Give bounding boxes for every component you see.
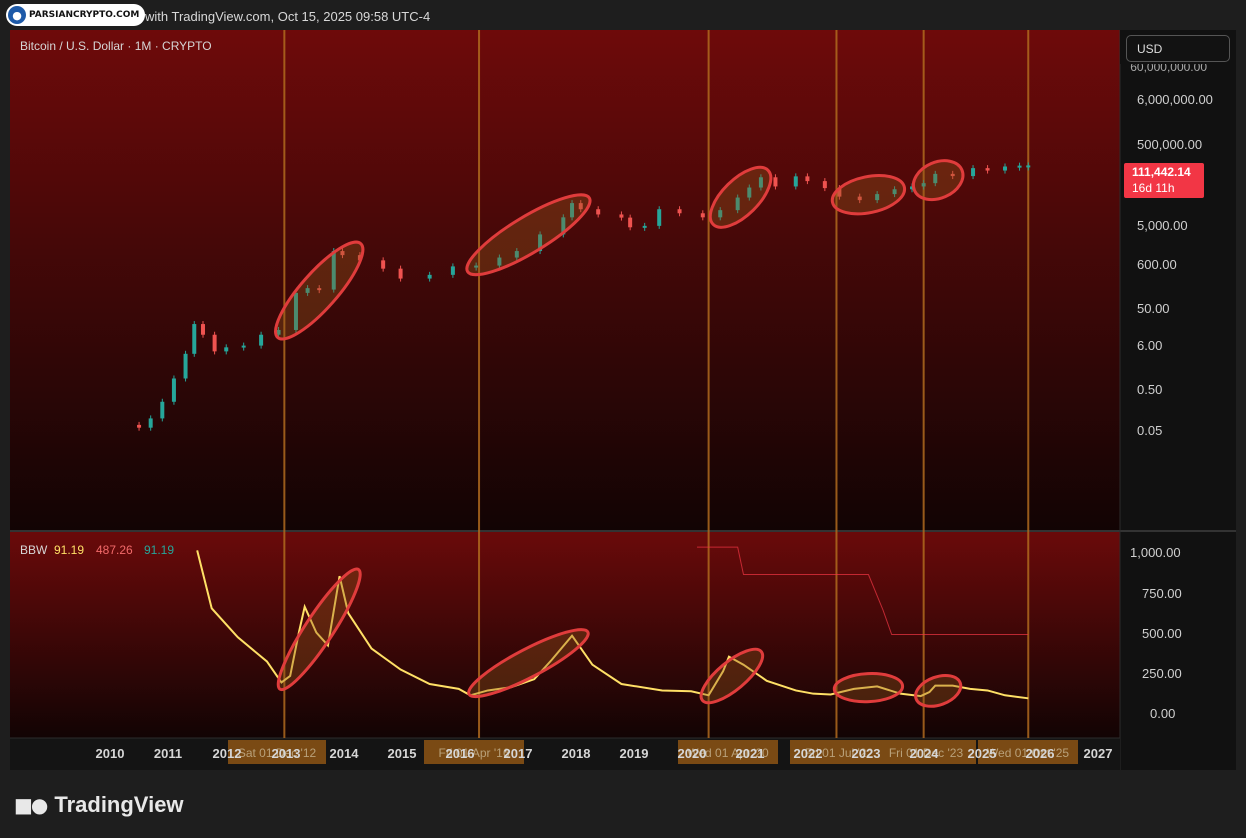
- candle-body: [450, 266, 455, 275]
- candle-body: [700, 213, 705, 218]
- year-tick: 2013: [272, 746, 301, 761]
- candle-body: [596, 209, 601, 215]
- year-tick: 2024: [910, 746, 940, 761]
- candle-body: [427, 274, 432, 279]
- candle-body: [381, 260, 386, 269]
- watermark-text: PARSIANCRYPTO.COM: [29, 10, 140, 20]
- watermark-badge: ● PARSIANCRYPTO.COM: [6, 4, 146, 26]
- candle-body: [677, 209, 682, 214]
- year-tick: 2019: [620, 746, 649, 761]
- year-tick: 2015: [388, 746, 417, 761]
- candle-body: [971, 168, 976, 177]
- year-tick: 2017: [504, 746, 533, 761]
- candle-body: [148, 418, 153, 428]
- tradingview-mark-icon: ■●: [14, 793, 48, 817]
- candle-body: [212, 334, 217, 352]
- candle-body: [241, 345, 246, 348]
- bbw-name: BBW: [20, 543, 48, 557]
- bar-countdown: 16d 11h: [1132, 181, 1175, 195]
- bbw-upper-value: 487.26: [96, 543, 133, 557]
- candle-body: [628, 217, 633, 228]
- bbw-value: 91.19: [54, 543, 84, 557]
- bbw-tick: 1,000.00: [1130, 545, 1181, 560]
- price-tick: 6,000,000.00: [1137, 92, 1213, 107]
- bbw-tick: 0.00: [1150, 706, 1175, 721]
- person-icon: ●: [8, 6, 26, 24]
- year-tick: 2012: [213, 746, 242, 761]
- top-bar: ● PARSIANCRYPTO.COM with TradingView.com…: [0, 0, 1246, 32]
- candle-body: [805, 176, 810, 182]
- tradingview-logo: ■● TradingView: [14, 792, 184, 818]
- year-tick: 2010: [96, 746, 125, 761]
- candle-body: [200, 324, 205, 335]
- candle-body: [793, 176, 798, 187]
- candle-body: [1003, 166, 1008, 171]
- last-price-value: 111,442.14: [1132, 165, 1191, 179]
- price-tick: 6.00: [1137, 338, 1162, 353]
- year-tick: 2027: [1084, 746, 1113, 761]
- candle-body: [137, 424, 142, 428]
- bbw-tick: 500.00: [1142, 626, 1182, 641]
- candle-body: [657, 209, 662, 226]
- bbw-lower-value: 91.19: [144, 543, 174, 557]
- year-tick: 2022: [794, 746, 823, 761]
- candle-body: [398, 268, 403, 279]
- price-tick: 0.05: [1137, 423, 1162, 438]
- candle-body: [192, 324, 197, 354]
- year-tick: 2026: [1026, 746, 1055, 761]
- chart-canvas[interactable]: Bitcoin / U.S. Dollar · 1M · CRYPTO 60,0…: [10, 30, 1236, 770]
- price-tick: 500,000.00: [1137, 137, 1202, 152]
- year-tick: 2011: [154, 746, 182, 761]
- candle-body: [224, 347, 229, 352]
- price-tick: 0.50: [1137, 382, 1162, 397]
- last-price-label[interactable]: 111,442.14 16d 11h: [1124, 163, 1204, 198]
- candle-body: [259, 334, 264, 346]
- candle-body: [183, 353, 188, 379]
- year-tick: 2016: [446, 746, 475, 761]
- price-tick: 5,000.00: [1137, 218, 1188, 233]
- year-tick: 2014: [330, 746, 360, 761]
- year-tick: 2018: [562, 746, 591, 761]
- candle-body: [1026, 165, 1031, 168]
- price-pane[interactable]: [10, 30, 1120, 530]
- symbol-title: Bitcoin / U.S. Dollar · 1M · CRYPTO: [20, 39, 212, 53]
- price-tick: 600.00: [1137, 257, 1177, 272]
- year-tick: 2021: [736, 746, 765, 761]
- bbw-legend[interactable]: BBW 91.19 487.26 91.19: [20, 543, 174, 557]
- year-tick: 2023: [852, 746, 881, 761]
- bbw-tick: 750.00: [1142, 586, 1182, 601]
- candle-body: [773, 177, 778, 187]
- candle-body: [822, 181, 827, 189]
- tradingview-wordmark: TradingView: [54, 792, 184, 817]
- candle-body: [160, 401, 165, 419]
- candle-body: [171, 378, 176, 402]
- bbw-tick: 250.00: [1142, 666, 1182, 681]
- chart-frame[interactable]: Bitcoin / U.S. Dollar · 1M · CRYPTO 60,0…: [10, 30, 1236, 770]
- year-tick: 2020: [678, 746, 707, 761]
- year-tick: 2025: [968, 746, 997, 761]
- candle-body: [642, 225, 647, 228]
- snapshot-caption: with TradingView.com, Oct 15, 2025 09:58…: [145, 9, 431, 24]
- candle-body: [1017, 165, 1022, 168]
- candle-body: [985, 168, 990, 171]
- currency-button[interactable]: USD: [1126, 35, 1230, 62]
- price-tick: 50.00: [1137, 301, 1170, 316]
- candle-body: [619, 214, 624, 218]
